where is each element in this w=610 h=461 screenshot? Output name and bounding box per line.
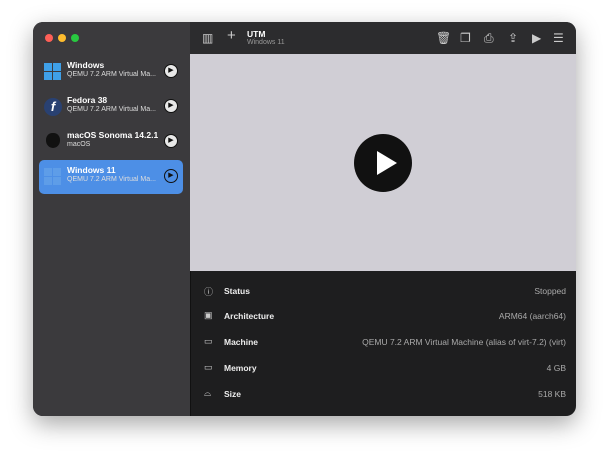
- share-icon[interactable]: ⇪: [508, 30, 518, 46]
- vm-name: Windows: [67, 60, 105, 70]
- download-icon[interactable]: ⎙: [484, 30, 494, 46]
- detail-value: QEMU 7.2 ARM Virtual Machine (alias of v…: [362, 337, 566, 347]
- detail-row-status: ⓘ Status Stopped: [190, 281, 576, 301]
- play-icon[interactable]: ▶: [164, 169, 178, 183]
- detail-row-size: ⌓ Size 518 KB: [190, 384, 576, 404]
- vm-subtitle: QEMU 7.2 ARM Virtual Ma...: [67, 106, 156, 113]
- windows-icon: [44, 168, 62, 186]
- info-icon: ⓘ: [204, 287, 214, 297]
- detail-row-architecture: ▣ Architecture ARM64 (aarch64): [190, 306, 576, 326]
- vm-item-fedora[interactable]: f Fedora 38 QEMU 7.2 ARM Virtual Ma... ▶: [39, 90, 183, 124]
- detail-row-memory: ▭ Memory 4 GB: [190, 358, 576, 378]
- big-play-button[interactable]: [354, 134, 412, 192]
- cpu-icon: ▣: [204, 310, 213, 320]
- detail-label: Size: [224, 389, 242, 399]
- detail-label: Architecture: [224, 311, 275, 321]
- vm-item-macos[interactable]: macOS Sonoma 14.2.1 macOS ▶: [39, 125, 183, 159]
- play-icon[interactable]: ▶: [164, 134, 178, 148]
- close-button[interactable]: [45, 34, 53, 42]
- sidebar-toggle-icon[interactable]: ▥: [202, 30, 213, 46]
- details-list: ⓘ Status Stopped ▣ Architecture ARM64 (aarch…: [190, 271, 576, 416]
- zoom-button[interactable]: [71, 34, 79, 42]
- sidebar: Windows QEMU 7.2 ARM Virtual Ma... ▶ f F…: [33, 22, 191, 416]
- drive-icon: ⌓: [204, 388, 212, 398]
- fedora-icon: f: [44, 98, 62, 116]
- detail-value: Stopped: [534, 286, 566, 296]
- window-controls: [45, 34, 79, 42]
- clone-icon[interactable]: ❐: [460, 30, 471, 46]
- vm-subtitle: QEMU 7.2 ARM Virtual Ma...: [67, 176, 156, 183]
- memory-icon: ▭: [204, 362, 213, 372]
- toolbar-title: UTM: [247, 29, 266, 39]
- add-icon[interactable]: +: [227, 28, 236, 44]
- detail-label: Machine: [224, 337, 259, 347]
- detail-value: ARM64 (aarch64): [498, 311, 566, 321]
- utm-window: Windows QEMU 7.2 ARM Virtual Ma... ▶ f F…: [33, 22, 576, 416]
- vm-name: macOS Sonoma 14.2.1: [67, 130, 159, 140]
- detail-value: 4 GB: [546, 363, 566, 373]
- minimize-button[interactable]: [58, 34, 66, 42]
- play-icon[interactable]: ▶: [164, 99, 178, 113]
- vm-name: Windows 11: [67, 165, 116, 175]
- detail-value: 518 KB: [538, 389, 566, 399]
- detail-row-machine: ▭ Machine QEMU 7.2 ARM Virtual Machine (al…: [190, 332, 576, 352]
- play-icon[interactable]: ▶: [164, 64, 178, 78]
- display-icon: ▭: [204, 336, 213, 346]
- run-icon[interactable]: ▶: [532, 30, 541, 46]
- vm-preview: [190, 54, 576, 271]
- vm-item-windows[interactable]: Windows QEMU 7.2 ARM Virtual Ma... ▶: [39, 55, 183, 89]
- settings-sliders-icon[interactable]: ☰: [553, 30, 564, 46]
- windows-icon: [44, 63, 62, 81]
- vm-subtitle: macOS: [67, 141, 91, 148]
- trash-icon[interactable]: 🗑: [436, 30, 451, 46]
- apple-icon: [44, 133, 62, 151]
- detail-label: Status: [224, 286, 250, 296]
- toolbar-subtitle: Windows 11: [247, 39, 285, 46]
- detail-label: Memory: [224, 363, 257, 373]
- vm-name: Fedora 38: [67, 95, 108, 105]
- toolbar: ▥ + UTM Windows 11 🗑 ❐ ⎙ ⇪ ▶ ☰: [190, 22, 576, 54]
- vm-subtitle: QEMU 7.2 ARM Virtual Ma...: [67, 71, 156, 78]
- vm-item-windows-11[interactable]: Windows 11 QEMU 7.2 ARM Virtual Ma... ▶: [39, 160, 183, 194]
